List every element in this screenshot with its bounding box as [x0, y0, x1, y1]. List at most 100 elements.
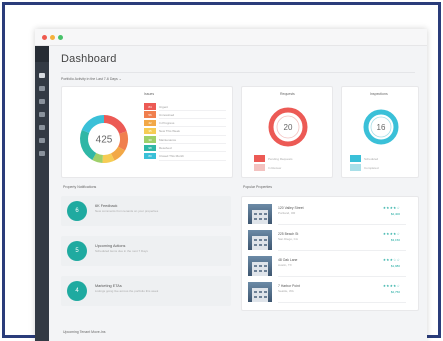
property-rating: ★★★★☆ [382, 284, 400, 288]
notification-item[interactable]: 4 Marketing ETAs Listings going live acros… [61, 276, 231, 306]
page-title: Dashboard [61, 53, 117, 65]
issues-legend-row[interactable]: 30 Maintenance [144, 136, 226, 144]
notification-title: Upcoming Actions [95, 244, 126, 248]
property-price: $2,750 [390, 290, 400, 294]
legend-label: Scheduled [364, 156, 379, 161]
property-name: 48 Oak Lane [278, 258, 298, 262]
issues-legend-row[interactable]: 35 New This Week [144, 127, 226, 136]
notifications-list: 6 6K Feedback New comments from tenants on… [61, 196, 233, 316]
inspections-card: Inspections 16 Scheduled Completed [341, 86, 419, 178]
legend-count: 80 [148, 154, 152, 159]
inspections-legend: Scheduled Completed [350, 155, 416, 175]
legend-count: 84 [148, 104, 152, 109]
property-divider [278, 224, 406, 225]
property-rating: ★★★★☆ [382, 206, 400, 210]
property-rating: ★★★★☆ [382, 232, 400, 236]
legend-label: Resolved [159, 146, 172, 151]
sidebar-item-settings[interactable] [35, 148, 49, 160]
property-divider [278, 250, 406, 251]
notification-description: Listings going live across the portfolio… [95, 289, 159, 293]
pencil-icon [39, 86, 45, 91]
close-window-dot[interactable] [42, 35, 47, 40]
property-location: Portland, OR [278, 211, 296, 215]
inspections-legend-row[interactable]: Completed [350, 164, 416, 171]
maximize-window-dot[interactable] [58, 35, 63, 40]
sidebar-item-tenants[interactable] [35, 96, 49, 108]
property-price: $2,400 [390, 212, 400, 216]
legend-label: In Progress [159, 121, 175, 126]
issues-donut-slice-5 [80, 129, 97, 160]
legend-count: 42 [148, 121, 152, 126]
grid-icon [39, 73, 45, 78]
legend-count: 35 [148, 129, 152, 134]
notification-title: 6K Feedback [95, 204, 118, 208]
requests-legend: Pending Requests In Review [254, 155, 330, 175]
legend-count: 56 [148, 112, 152, 117]
property-list-item[interactable]: 120 Valley Street Portland, OR ★★★★☆ $2,400 [248, 203, 412, 225]
property-location: Austin, TX [278, 263, 292, 267]
legend-count: 98 [148, 146, 152, 150]
move-ins-section-title: Upcoming Tenant Move-Ins [63, 330, 106, 334]
property-list-item[interactable]: 225 Beach St San Diego, CA ★★★★☆ $3,150 [248, 229, 412, 251]
user-icon [39, 99, 45, 104]
legend-count: 30 [148, 137, 152, 142]
grid-icon [39, 125, 45, 130]
sidebar-item-dashboard[interactable] [35, 70, 49, 82]
requests-total-value: 20 [284, 123, 293, 132]
issues-total-value: 425 [96, 135, 113, 146]
issues-donut-slice-0 [104, 115, 127, 134]
property-name: 120 Valley Street [278, 206, 304, 210]
legend-swatch [350, 164, 361, 171]
property-thumbnail [248, 282, 272, 302]
sidebar-item-files[interactable] [35, 135, 49, 147]
sidebar-item-reports[interactable] [35, 109, 49, 121]
properties-list: 120 Valley Street Portland, OR ★★★★☆ $2,400… [248, 203, 414, 307]
issues-legend-row[interactable]: 98 Resolved [144, 144, 226, 153]
legend-label: Urgent [159, 104, 169, 109]
notification-avatar: 6 [67, 201, 87, 221]
notifications-section-title: Property Notifications [63, 185, 97, 189]
issues-legend-row[interactable]: 80 Closed This Month [144, 152, 226, 161]
issues-legend-row[interactable]: 84 Urgent [144, 103, 226, 111]
title-divider [61, 72, 415, 73]
notification-item[interactable]: 5 Upcoming Actions Scheduled items due in … [61, 236, 231, 266]
property-location: Seattle, WA [278, 289, 294, 293]
property-thumbnail [248, 204, 272, 224]
minimize-window-dot[interactable] [50, 35, 55, 40]
property-name: 7 Harbor Point [278, 284, 300, 288]
gear-icon [39, 151, 45, 156]
main-content: Dashboard Portfolio Activity in the Last… [49, 46, 427, 341]
notification-avatar: 5 [67, 241, 87, 261]
notification-description: New comments from tenants on your proper… [95, 209, 159, 213]
inspections-legend-row[interactable]: Scheduled [350, 155, 416, 162]
legend-label: Closed This Month [159, 154, 184, 159]
window-titlebar [35, 29, 427, 46]
notification-item[interactable]: 6 6K Feedback New comments from tenants on… [61, 196, 231, 226]
legend-swatch [254, 164, 265, 171]
property-price: $1,980 [390, 264, 400, 268]
property-list-item[interactable]: 48 Oak Lane Austin, TX ★★★☆☆ $1,980 [248, 255, 412, 277]
property-divider [278, 302, 406, 303]
inspections-total-value: 16 [377, 123, 386, 132]
property-rating: ★★★☆☆ [382, 258, 400, 262]
properties-card: 120 Valley Street Portland, OR ★★★★☆ $2,400… [241, 196, 419, 311]
requests-legend-row[interactable]: In Review [254, 164, 330, 171]
property-list-item[interactable]: 7 Harbor Point Seattle, WA ★★★★☆ $2,750 [248, 281, 412, 303]
requests-legend-row[interactable]: Pending Requests [254, 155, 330, 162]
sidebar-item-messages[interactable] [35, 122, 49, 134]
activity-filter-dropdown[interactable]: Portfolio Activity in the Last 7-6 Days … [61, 77, 122, 81]
gear-icon [39, 112, 45, 117]
issues-legend: 84 Urgent 56 Unresolved 42 In Progress 35 New T… [144, 103, 226, 163]
sidebar-item-properties[interactable] [35, 83, 49, 95]
legend-swatch [350, 155, 361, 162]
property-price: $3,150 [390, 238, 400, 242]
property-thumbnail [248, 256, 272, 276]
issues-card: Issues 425 84 Urgent 56 Unresolved 42 In Prog… [61, 86, 233, 178]
legend-label: Unresolved [159, 112, 175, 117]
issues-legend-row[interactable]: 42 In Progress [144, 119, 226, 128]
sidebar [35, 46, 49, 341]
properties-section-title: Popular Properties [243, 185, 272, 189]
issues-legend-row[interactable]: 56 Unresolved [144, 111, 226, 120]
document-icon [39, 138, 45, 143]
property-divider [278, 276, 406, 277]
